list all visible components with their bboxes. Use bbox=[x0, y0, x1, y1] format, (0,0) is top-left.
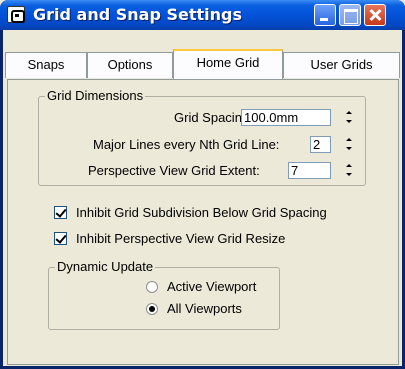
tab-snaps[interactable]: Snaps bbox=[5, 52, 87, 78]
active-viewport-radio[interactable] bbox=[146, 281, 158, 293]
all-viewports-radio[interactable] bbox=[146, 303, 158, 315]
inhibit-resize-checkbox[interactable] bbox=[54, 232, 67, 245]
inhibit-resize-label[interactable]: Inhibit Perspective View Grid Resize bbox=[76, 231, 285, 246]
grid-spacing-spinner[interactable] bbox=[343, 109, 355, 126]
title-bar[interactable]: Grid and Snap Settings bbox=[0, 0, 405, 30]
close-icon[interactable] bbox=[364, 4, 386, 26]
grid-dimensions-legend: Grid Dimensions bbox=[45, 88, 146, 103]
spinner-up-icon[interactable] bbox=[343, 109, 355, 117]
grid-spacing-field[interactable]: 100.0mm bbox=[241, 109, 331, 126]
grid-snap-app-icon[interactable] bbox=[7, 6, 25, 23]
tab-user-grids[interactable]: User Grids bbox=[283, 52, 400, 78]
major-lines-label: Major Lines every Nth Grid Line: bbox=[93, 137, 280, 152]
inhibit-subdivision-checkbox[interactable] bbox=[54, 206, 67, 219]
spinner-down-icon[interactable] bbox=[343, 118, 355, 126]
major-lines-field[interactable]: 2 bbox=[310, 136, 331, 153]
all-viewports-label[interactable]: All Viewports bbox=[167, 301, 242, 316]
inhibit-subdivision-label[interactable]: Inhibit Grid Subdivision Below Grid Spac… bbox=[76, 205, 327, 220]
tab-home-grid[interactable]: Home Grid bbox=[173, 49, 283, 79]
tab-strip: Snaps Options Home Grid User Grids bbox=[5, 49, 400, 80]
minimize-icon[interactable] bbox=[314, 4, 336, 26]
active-viewport-label[interactable]: Active Viewport bbox=[167, 279, 256, 294]
dynamic-update-group: Dynamic Update bbox=[48, 260, 280, 330]
spinner-down-icon[interactable] bbox=[343, 171, 355, 179]
tab-options[interactable]: Options bbox=[87, 52, 173, 78]
dynamic-update-legend: Dynamic Update bbox=[55, 259, 156, 274]
spinner-down-icon[interactable] bbox=[343, 145, 355, 153]
perspective-extent-spinner[interactable] bbox=[343, 162, 355, 179]
major-lines-spinner[interactable] bbox=[343, 136, 355, 153]
perspective-extent-field[interactable]: 7 bbox=[288, 162, 331, 179]
spinner-up-icon[interactable] bbox=[343, 162, 355, 170]
maximize-icon[interactable] bbox=[339, 4, 361, 26]
spinner-up-icon[interactable] bbox=[343, 136, 355, 144]
perspective-extent-label: Perspective View Grid Extent: bbox=[88, 163, 260, 178]
window-title: Grid and Snap Settings bbox=[33, 5, 242, 24]
